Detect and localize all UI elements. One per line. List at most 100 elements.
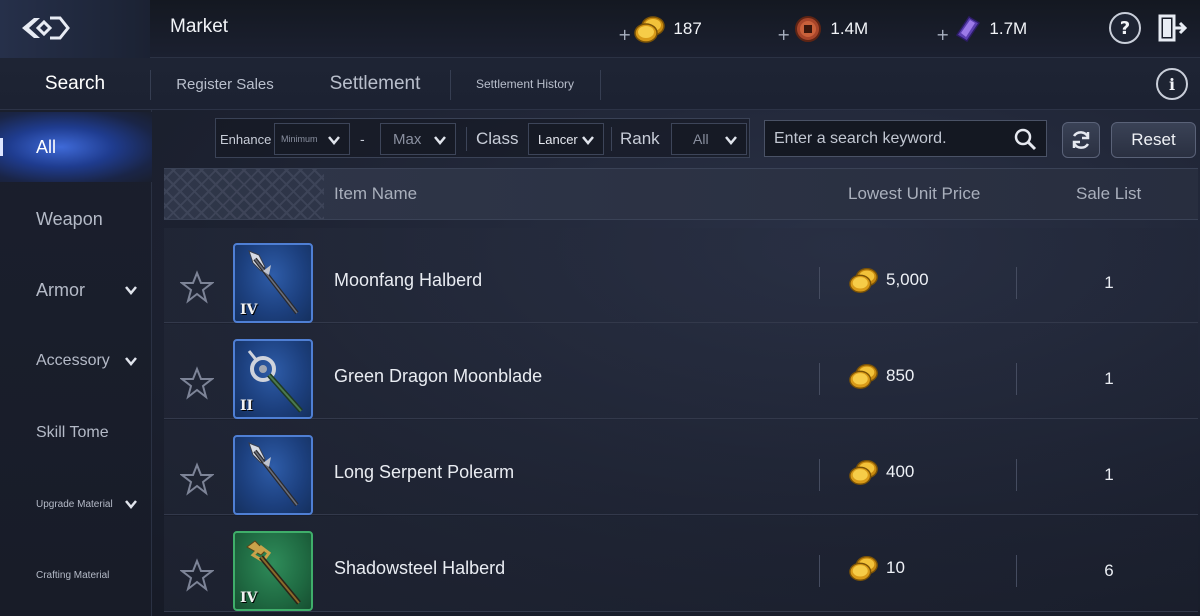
- tab-register-sales[interactable]: Register Sales: [150, 58, 300, 110]
- item-price: 5,000: [848, 265, 929, 295]
- favorite-star-icon[interactable]: [180, 462, 214, 496]
- rank-label: Rank: [620, 129, 660, 148]
- chevron-down-icon: [434, 136, 446, 145]
- filter-divider: [466, 127, 467, 151]
- item-icon[interactable]: II: [233, 339, 313, 419]
- column-divider: [1016, 555, 1017, 587]
- class-select[interactable]: Lancer: [528, 123, 604, 155]
- favorite-star-icon[interactable]: [180, 270, 214, 304]
- add-bronze-label[interactable]: +: [777, 25, 790, 44]
- crystal-amount: 1.7M: [989, 19, 1028, 38]
- table-row[interactable]: IV Moonfang Halberd 5,000 1: [164, 228, 1198, 323]
- class-value: Lancer: [538, 131, 578, 147]
- help-button[interactable]: ?: [1109, 12, 1141, 44]
- polearm-icon: [248, 442, 299, 507]
- range-dash: -: [360, 131, 365, 147]
- sale-count: 6: [1104, 561, 1114, 580]
- table-row[interactable]: II Green Dragon Moonblade 850 1: [164, 324, 1198, 419]
- sidebar-item-all[interactable]: All: [0, 112, 152, 182]
- sale-count: 1: [1104, 273, 1114, 292]
- table-row[interactable]: IV Shadowsteel Halberd 10 6: [164, 516, 1198, 612]
- back-logo-icon[interactable]: [20, 14, 70, 42]
- tab-settlement[interactable]: Settlement: [300, 58, 450, 110]
- search-icon[interactable]: [1013, 127, 1037, 151]
- sidebar-item-upgrade-material[interactable]: Upgrade Material: [0, 469, 152, 539]
- item-price: 400: [848, 457, 914, 487]
- enhance-min-value: Minimum: [281, 134, 318, 144]
- search-input[interactable]: [765, 121, 1005, 156]
- gold-coins-icon: [849, 556, 878, 581]
- tab-bar: Search Register Sales Settlement Settlem…: [0, 58, 1200, 110]
- rank-value: All: [693, 131, 709, 147]
- gold-coins-icon: [849, 268, 878, 293]
- sidebar-item-weapon[interactable]: Weapon: [0, 184, 152, 254]
- tab-search[interactable]: Search: [0, 58, 150, 110]
- tab-divider: [600, 70, 601, 100]
- item-tier: IV: [240, 590, 258, 606]
- gold-amount: 187: [673, 19, 702, 38]
- market-window: Market + 187 + 1.4M + 1.7M ? Search Regi…: [0, 0, 1200, 616]
- column-header-sale-list: Sale List: [1076, 184, 1142, 203]
- item-price: 850: [848, 361, 914, 391]
- sidebar-item-label: Skill Tome: [36, 424, 109, 441]
- filter-bar: Enhance Minimum - Max Class Lancer Rank …: [215, 118, 750, 158]
- price-value: 5,000: [886, 270, 929, 289]
- sidebar-item-label: All: [36, 136, 57, 157]
- chevron-down-icon: [125, 286, 137, 295]
- sale-count: 1: [1104, 369, 1114, 388]
- price-value: 400: [886, 462, 915, 481]
- sidebar-item-label: Accessory: [36, 352, 110, 369]
- table-row[interactable]: Long Serpent Polearm 400 1: [164, 420, 1198, 515]
- gold-coins-icon: [849, 460, 878, 485]
- sidebar-item-label: Weapon: [36, 208, 103, 229]
- gold-coins-icon: [849, 364, 878, 389]
- chevron-down-icon: [125, 357, 137, 366]
- exit-door-icon[interactable]: [1156, 12, 1188, 44]
- bronze-amount: 1.4M: [830, 19, 869, 38]
- refresh-button[interactable]: [1062, 122, 1100, 158]
- refresh-icon: [1072, 131, 1090, 149]
- gold-coins-icon: [634, 16, 666, 43]
- currency-gold[interactable]: + 187: [618, 12, 702, 46]
- price-value: 850: [886, 366, 915, 385]
- item-name: Shadowsteel Halberd: [334, 558, 506, 578]
- category-sidebar: All Weapon Armor Accessory Skill Tome Up…: [0, 110, 152, 616]
- sale-count: 1: [1104, 465, 1114, 484]
- enhance-max-value: Max: [393, 130, 422, 148]
- active-marker: [0, 138, 3, 156]
- chevron-down-icon: [125, 500, 137, 509]
- rank-select[interactable]: All: [671, 123, 747, 155]
- sidebar-item-label: Crafting Material: [36, 569, 110, 581]
- currency-crystal[interactable]: + 1.7M: [936, 12, 1027, 46]
- column-header-item-name: Item Name: [334, 184, 418, 203]
- info-button[interactable]: i: [1156, 68, 1188, 100]
- add-gold-label[interactable]: +: [618, 25, 631, 44]
- chevron-down-icon: [582, 136, 594, 145]
- logo-area[interactable]: [0, 0, 150, 58]
- sidebar-item-label: Upgrade Material: [36, 498, 113, 510]
- item-icon[interactable]: IV: [233, 243, 313, 323]
- sidebar-item-accessory[interactable]: Accessory: [0, 326, 152, 396]
- bronze-coin-icon: [795, 16, 822, 42]
- header-pattern: [164, 169, 324, 219]
- enhance-max-select[interactable]: Max: [380, 123, 456, 155]
- class-label: Class: [476, 129, 519, 148]
- table-header: Item Name Lowest Unit Price Sale List: [164, 168, 1198, 220]
- sidebar-item-skill-tome[interactable]: Skill Tome: [0, 398, 152, 468]
- tab-settlement-history[interactable]: Settlement History: [450, 58, 600, 110]
- favorite-star-icon[interactable]: [180, 558, 214, 592]
- item-icon[interactable]: IV: [233, 531, 313, 611]
- column-divider: [819, 555, 820, 587]
- sidebar-item-armor[interactable]: Armor: [0, 255, 152, 325]
- currency-bronze[interactable]: + 1.4M: [777, 12, 868, 46]
- sidebar-item-crafting-material[interactable]: Crafting Material: [0, 540, 152, 610]
- item-name: Green Dragon Moonblade: [334, 366, 543, 386]
- enhance-min-select[interactable]: Minimum: [274, 123, 350, 155]
- item-tier: IV: [240, 302, 258, 318]
- column-divider: [1016, 459, 1017, 491]
- item-icon[interactable]: [233, 435, 313, 515]
- reset-button[interactable]: Reset: [1111, 122, 1196, 158]
- column-divider: [819, 459, 820, 491]
- add-crystal-label[interactable]: +: [936, 25, 949, 44]
- favorite-star-icon[interactable]: [180, 366, 214, 400]
